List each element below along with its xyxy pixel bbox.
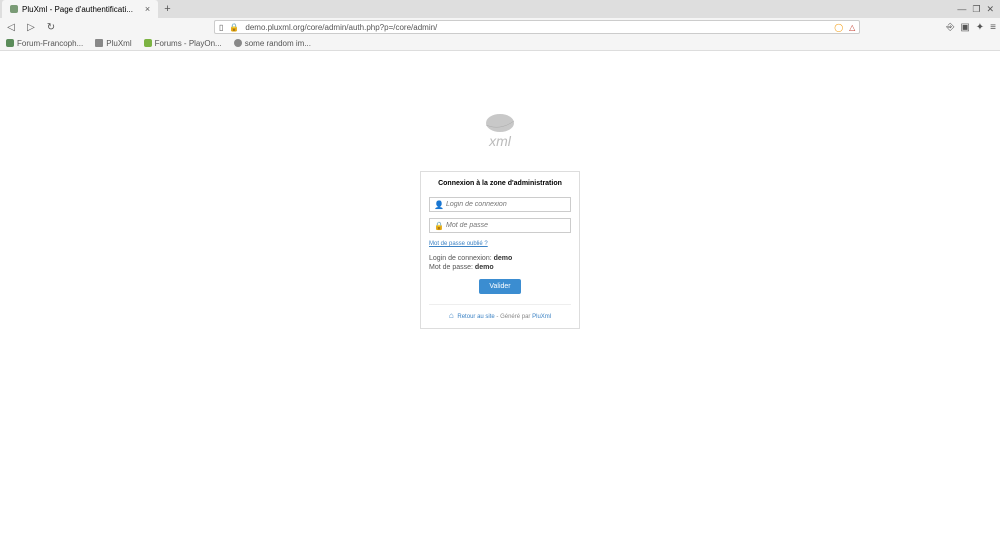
bookmark-item[interactable]: some random im...	[234, 39, 311, 48]
password-field-wrap: 🔒	[429, 218, 571, 233]
maximize-icon[interactable]: ❐	[972, 4, 980, 15]
back-to-site-link[interactable]: Retour au site	[457, 314, 494, 320]
bookmark-bar: Forum-Francoph... PluXml Forums - PlayOn…	[0, 36, 1000, 51]
profile-icon[interactable]: ⎆	[946, 22, 954, 33]
home-icon: ⌂	[449, 311, 454, 320]
address-bar[interactable]: ▯ 🔒 demo.pluxml.org/core/admin/auth.php?…	[214, 20, 860, 34]
user-icon: 👤	[434, 200, 444, 209]
bookmark-page-icon[interactable]: ▯	[219, 23, 223, 32]
folder-icon	[95, 39, 103, 47]
submit-button[interactable]: Valider	[479, 279, 520, 294]
login-title: Connexion à la zone d'administration	[429, 180, 571, 187]
reload-button[interactable]: ↻	[44, 22, 58, 33]
login-field-wrap: 👤	[429, 197, 571, 212]
new-tab-button[interactable]: +	[164, 3, 170, 15]
tab-close-icon[interactable]: ×	[145, 4, 150, 14]
bookmark-favicon	[6, 39, 14, 47]
shield-icon[interactable]: ◯	[834, 23, 843, 32]
pluxml-link[interactable]: PluXml	[532, 314, 551, 320]
tab-bar: PluXml - Page d'authentificati... × + — …	[0, 0, 1000, 18]
bookmark-item[interactable]: PluXml	[95, 39, 131, 48]
login-input[interactable]	[429, 197, 571, 212]
footer-links: ⌂ Retour au site - Généré par PluXml	[429, 304, 571, 320]
browser-tab[interactable]: PluXml - Page d'authentificati... ×	[2, 0, 158, 18]
logo: xml	[0, 111, 1000, 161]
bookmark-item[interactable]: Forums - PlayOn...	[144, 39, 222, 48]
tab-favicon	[10, 5, 18, 13]
tab-title: PluXml - Page d'authentificati...	[22, 5, 133, 14]
minimize-icon[interactable]: —	[957, 4, 966, 15]
lock-icon: 🔒	[229, 23, 239, 32]
svg-text:xml: xml	[488, 133, 512, 149]
back-button[interactable]: ◁	[4, 22, 18, 33]
page-content: xml Connexion à la zone d'administration…	[0, 51, 1000, 329]
forgot-password-link[interactable]: Mot de passe oublié ?	[429, 241, 571, 247]
login-hint: Login de connexion: demo	[429, 255, 571, 262]
bookmark-icon[interactable]: ▣	[960, 22, 969, 33]
nav-bar: ◁ ▷ ↻ ▯ 🔒 demo.pluxml.org/core/admin/aut…	[0, 18, 1000, 36]
pluxml-logo-icon: xml	[470, 111, 530, 156]
brave-icon[interactable]: △	[849, 23, 855, 32]
forward-button[interactable]: ▷	[24, 22, 38, 33]
bookmark-item[interactable]: Forum-Francoph...	[6, 39, 83, 48]
menu-icon[interactable]: ≡	[990, 22, 996, 33]
login-box: Connexion à la zone d'administration 👤 🔒…	[420, 171, 580, 329]
close-window-icon[interactable]: ✕	[986, 4, 994, 15]
bookmark-favicon	[144, 39, 152, 47]
lock-icon: 🔒	[434, 221, 444, 230]
password-input[interactable]	[429, 218, 571, 233]
bookmark-favicon	[234, 39, 242, 47]
extensions-icon[interactable]: ✦	[976, 22, 984, 33]
password-hint: Mot de passe: demo	[429, 264, 571, 271]
url-text: demo.pluxml.org/core/admin/auth.php?p=/c…	[245, 23, 828, 32]
window-controls: — ❐ ✕	[957, 4, 1000, 15]
